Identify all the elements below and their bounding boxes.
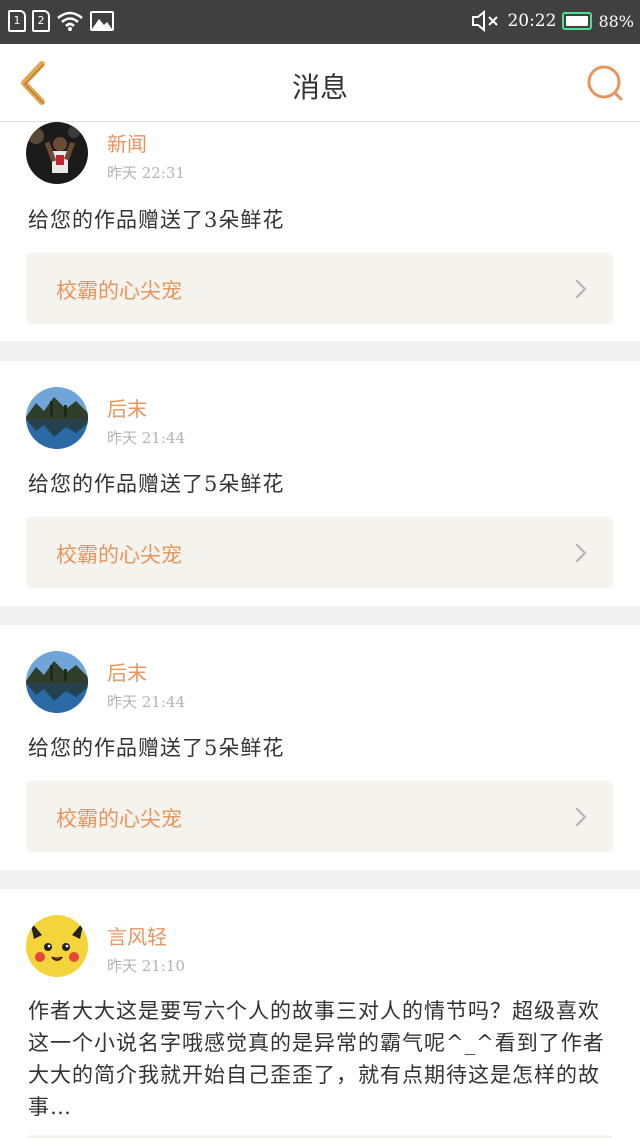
avatar[interactable] xyxy=(26,387,88,449)
message-text: 给您的作品赠送了3朵鲜花 xyxy=(28,208,285,232)
message-time: 昨天 21:44 xyxy=(107,693,185,711)
page-title: 消息 xyxy=(291,71,348,104)
chevron-right-icon xyxy=(575,807,587,827)
message-card: 言风轻 昨天 21:10 作者大大这是要写六个人的故事三对人的情节吗？超级喜欢这… xyxy=(0,889,640,1138)
message-card: 后末 昨天 21:44 给您的作品赠送了5朵鲜花 校霸的心尖宠 xyxy=(0,625,640,870)
battery-level: 88% xyxy=(598,11,634,31)
message-card: 后末 昨天 21:44 给您的作品赠送了5朵鲜花 校霸的心尖宠 xyxy=(0,361,640,606)
image-icon xyxy=(90,11,114,31)
sender-name[interactable]: 后末 xyxy=(107,657,147,686)
wifi-icon xyxy=(57,11,83,31)
nav-bar: 消息 xyxy=(0,44,640,122)
message-text: 作者大大这是要写六个人的故事三对人的情节吗？超级喜欢这一个小说名字哦感觉真的是异… xyxy=(28,999,605,1119)
status-left-icons: 1 2 xyxy=(8,10,114,32)
work-title: 校霸的心尖宠 xyxy=(56,543,182,567)
message-list[interactable]: 新闻 昨天 22:31 给您的作品赠送了3朵鲜花 校霸的心尖宠 后末 昨天 21… xyxy=(0,122,640,1138)
sim1-icon: 1 xyxy=(8,10,26,32)
work-title: 校霸的心尖宠 xyxy=(56,807,182,831)
message-time: 昨天 21:10 xyxy=(107,957,185,975)
chevron-right-icon xyxy=(575,543,587,563)
status-bar: 1 2 20:22 88% xyxy=(0,0,640,44)
message-text: 给您的作品赠送了5朵鲜花 xyxy=(28,736,285,760)
sender-name[interactable]: 新闻 xyxy=(107,128,147,157)
message-text: 给您的作品赠送了5朵鲜花 xyxy=(28,472,285,496)
work-link[interactable]: 校霸的心尖宠 xyxy=(26,781,613,852)
avatar[interactable] xyxy=(26,651,88,713)
battery-icon xyxy=(562,12,593,30)
work-title: 校霸的心尖宠 xyxy=(56,279,182,303)
sender-name[interactable]: 言风轻 xyxy=(107,921,167,950)
status-time: 20:22 xyxy=(507,11,557,31)
work-link[interactable]: 校霸的心尖宠 xyxy=(26,517,613,588)
sim2-icon: 2 xyxy=(32,10,50,32)
avatar[interactable] xyxy=(26,122,88,184)
work-link[interactable]: 校霸的心尖宠 xyxy=(26,253,613,324)
chevron-right-icon xyxy=(575,279,587,299)
mute-icon xyxy=(472,10,499,32)
message-card: 新闻 昨天 22:31 给您的作品赠送了3朵鲜花 校霸的心尖宠 xyxy=(0,122,640,341)
avatar[interactable] xyxy=(26,915,88,977)
message-time: 昨天 22:31 xyxy=(107,164,185,182)
sender-name[interactable]: 后末 xyxy=(107,393,147,422)
message-time: 昨天 21:44 xyxy=(107,429,185,447)
status-right: 20:22 88% xyxy=(471,10,634,32)
search-icon[interactable] xyxy=(586,64,624,102)
